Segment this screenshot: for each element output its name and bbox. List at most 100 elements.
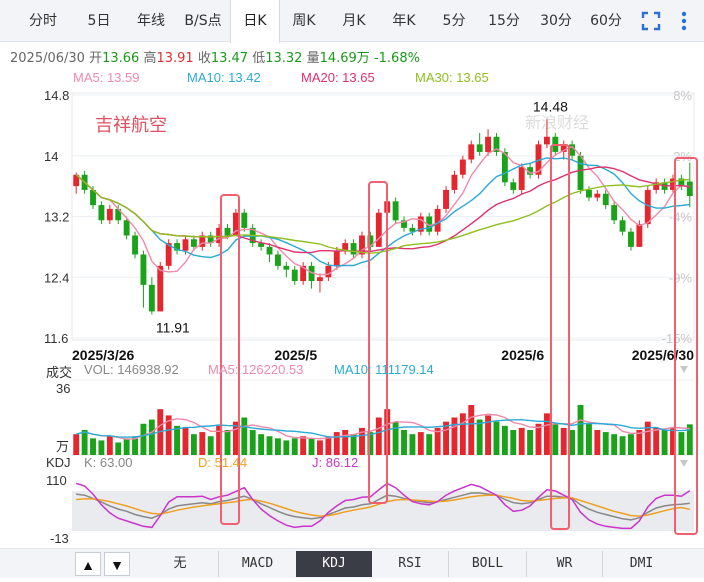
volume-bar <box>375 417 382 455</box>
pct-axis-tick: 2% <box>673 149 692 164</box>
indicator-dmi[interactable]: DMI <box>602 551 680 577</box>
candle-body <box>611 205 618 221</box>
volume-axis-top: 36 <box>56 381 71 396</box>
volume-bar <box>585 423 592 455</box>
volume-bar <box>577 405 584 455</box>
kdj-title: KDJ <box>46 455 71 470</box>
volume-bar <box>476 419 483 455</box>
candle-body <box>476 144 483 152</box>
candle-body <box>140 254 147 285</box>
price-axis-tick: 11.6 <box>44 331 68 346</box>
candle-body <box>628 231 634 247</box>
volume-axis-unit: 万 <box>56 439 70 454</box>
candle-body <box>543 136 550 145</box>
pct-axis-tick: -9% <box>669 270 693 285</box>
candle-body <box>518 167 525 190</box>
candle-body <box>266 246 273 255</box>
volume-bar <box>560 427 567 455</box>
candle-body <box>392 201 399 221</box>
candle-body <box>291 269 298 282</box>
pct-axis-tick: -15% <box>662 331 693 346</box>
candle-body <box>283 265 290 270</box>
volume-bar <box>493 421 500 455</box>
volume-bar <box>182 427 189 455</box>
candle-body <box>451 174 458 190</box>
candle-body <box>459 159 466 175</box>
candle-body <box>132 235 138 255</box>
kdj-d-legend: D: 51.44 <box>198 455 248 470</box>
indicator-none[interactable]: 无 <box>142 551 218 577</box>
volume-bar <box>653 427 660 455</box>
candle-body <box>636 224 643 247</box>
candle-body <box>594 193 601 198</box>
volume-bar <box>518 427 525 455</box>
candle-body <box>350 243 357 255</box>
volume-bar <box>98 440 105 455</box>
volume-bar <box>392 421 399 455</box>
stock-name-label: 吉祥航空 <box>95 115 167 136</box>
volume-bar <box>174 425 181 455</box>
date-axis-label: 2025/6 <box>501 347 544 363</box>
volume-bar <box>661 430 668 455</box>
scroll-up-button[interactable]: ▲ <box>75 552 101 576</box>
volume-bar <box>468 405 475 455</box>
volume-bar <box>199 432 206 455</box>
candle-body <box>98 205 105 221</box>
candle-body <box>602 193 609 206</box>
volume-bar <box>619 436 626 455</box>
vol-ma10-legend: MA10: 111179.14 <box>334 362 434 377</box>
candle-body <box>123 220 130 236</box>
volume-bar <box>148 419 155 455</box>
price-axis-tick: 14 <box>44 149 58 164</box>
low-annotation: 11.91 <box>156 319 190 335</box>
volume-bar <box>90 438 96 455</box>
price-axis-tick: 13.2 <box>44 210 69 225</box>
volume-bar <box>594 430 601 455</box>
candle-body <box>443 189 449 209</box>
volume-bar <box>283 440 290 455</box>
volume-bar <box>317 440 323 455</box>
indicator-boll[interactable]: BOLL <box>448 551 526 577</box>
candle-body <box>619 220 626 232</box>
volume-bar <box>266 436 273 455</box>
candle-body <box>157 265 164 312</box>
volume-bar <box>291 438 298 455</box>
kdj-j-legend: J: 86.12 <box>312 455 359 470</box>
volume-bar <box>451 417 458 455</box>
volume-bar <box>501 425 508 455</box>
indicator-macd[interactable]: MACD <box>218 551 296 577</box>
volume-bar <box>350 434 357 455</box>
volume-bar <box>274 438 281 455</box>
volume-bar <box>106 436 113 455</box>
volume-bar <box>73 434 80 455</box>
kdj-axis-top: 110 <box>46 473 67 488</box>
volume-bar <box>409 434 416 455</box>
volume-bar <box>241 417 248 455</box>
volume-bar <box>535 423 542 455</box>
volume-bar <box>644 421 651 455</box>
volume-bar <box>258 434 265 455</box>
high-annotation: 14.48 <box>533 98 568 114</box>
date-axis-label: 2025/5 <box>274 347 317 363</box>
candle-body <box>686 181 693 196</box>
candle-body <box>468 144 475 160</box>
date-axis-label: 2025/6/30 <box>632 347 694 363</box>
candle-body <box>375 212 382 247</box>
volume-bar <box>527 430 534 455</box>
indicator-bar: ▲ ▼ 无 MACD KDJ RSI BOLL WR DMI <box>0 548 704 578</box>
volume-bar <box>300 436 307 455</box>
volume-title: 成交 <box>46 365 73 380</box>
indicator-wr[interactable]: WR <box>526 551 602 577</box>
candle-body <box>325 265 332 278</box>
indicator-kdj[interactable]: KDJ <box>296 551 372 577</box>
candle-body <box>434 208 441 232</box>
indicator-rsi[interactable]: RSI <box>372 551 448 577</box>
volume-bar <box>190 434 197 455</box>
watermark-text: 新浪财经 <box>525 113 589 132</box>
volume-bar <box>224 430 231 455</box>
date-axis-label: 2025/3/26 <box>72 347 134 363</box>
candle-body <box>333 250 340 266</box>
volume-bar <box>123 438 130 455</box>
candle-body <box>148 284 155 312</box>
scroll-down-button[interactable]: ▼ <box>104 552 130 576</box>
